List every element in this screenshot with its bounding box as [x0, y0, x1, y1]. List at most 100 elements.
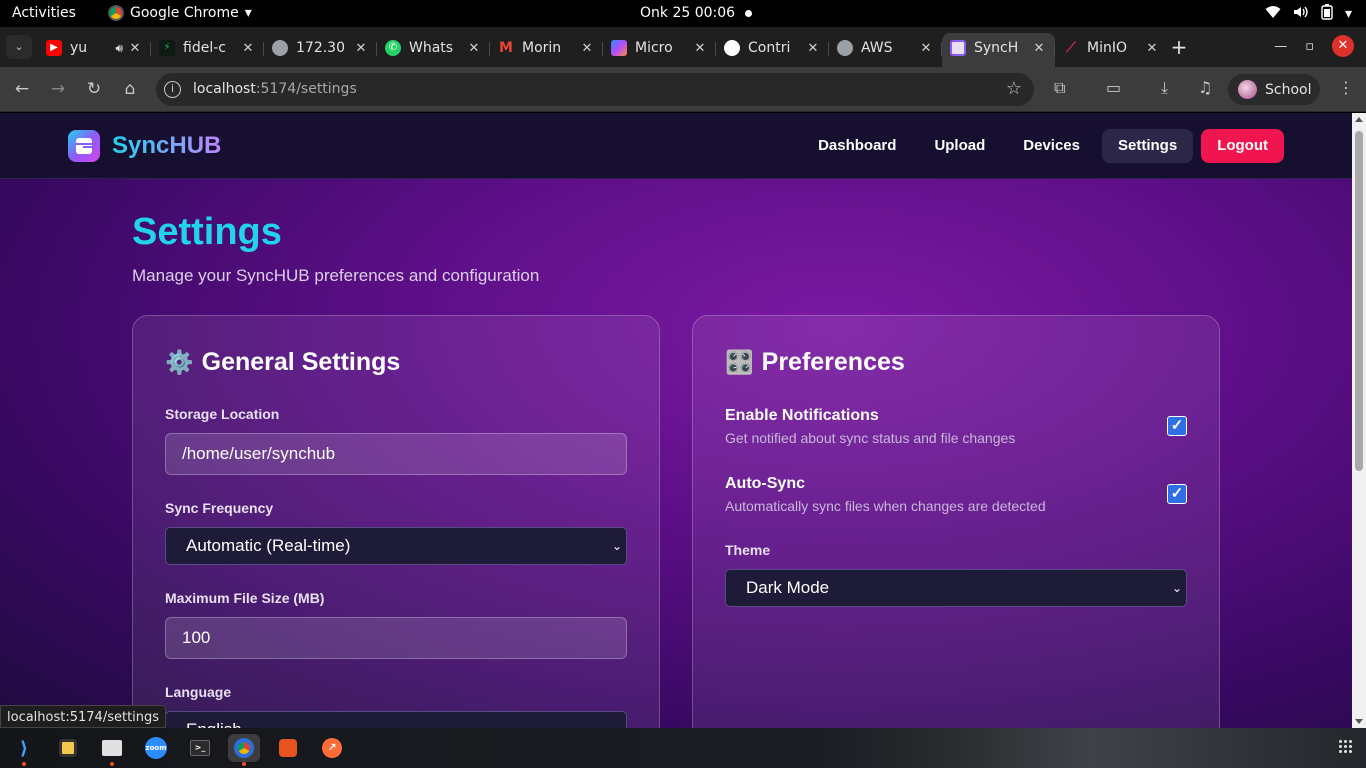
- nav-devices[interactable]: Devices: [1007, 129, 1096, 163]
- tab-youtube[interactable]: ▶ yu 🔊︎ ✕: [38, 33, 151, 63]
- nav-settings[interactable]: Settings: [1102, 129, 1194, 163]
- globe-icon: [272, 40, 288, 56]
- tab-close-icon[interactable]: ✕: [918, 41, 934, 56]
- tab-strip: ⌄ ▶ yu 🔊︎ ✕ ⚡︎ fidel-c ✕ 172.30 ✕ ✆ What…: [0, 27, 1366, 67]
- extensions-icon[interactable]: ⧉: [1054, 78, 1065, 98]
- tab-close-icon[interactable]: ✕: [805, 41, 821, 56]
- clock[interactable]: Onk 25 00:06: [640, 5, 753, 21]
- zoom-icon[interactable]: zoom: [140, 734, 172, 762]
- tab-gmail[interactable]: M Morin ✕: [490, 33, 603, 63]
- notification-dot-icon: [745, 9, 753, 17]
- tab-fidel[interactable]: ⚡︎ fidel-c ✕: [151, 33, 264, 63]
- tab-close-icon[interactable]: ✕: [353, 41, 369, 56]
- terminal-icon[interactable]: >_: [184, 734, 216, 762]
- tab-title: Micro: [635, 40, 673, 56]
- logout-button[interactable]: Logout: [1201, 129, 1284, 163]
- tab-minio[interactable]: ⟋ MinIO ✕: [1055, 33, 1168, 63]
- autosync-checkbox[interactable]: ✓: [1167, 484, 1187, 504]
- back-arrow-icon[interactable]: ←: [10, 77, 34, 101]
- new-tab-button[interactable]: +: [1168, 35, 1190, 59]
- tab-close-icon[interactable]: ✕: [1144, 41, 1160, 56]
- rhythmbox-icon[interactable]: [52, 734, 84, 762]
- page-title: Settings: [132, 211, 282, 253]
- activities-button[interactable]: Activities: [12, 5, 76, 21]
- app-grid-icon[interactable]: [1338, 739, 1352, 753]
- url-host: localhost: [193, 81, 256, 97]
- tab-close-icon[interactable]: ✕: [692, 41, 708, 56]
- tab-aws[interactable]: AWS ✕: [829, 33, 942, 63]
- theme-label: Theme: [725, 542, 771, 558]
- chevron-down-icon: ⌄: [1171, 581, 1182, 595]
- minimize-icon[interactable]: —: [1274, 39, 1287, 54]
- sync-frequency-label: Sync Frequency: [165, 500, 274, 516]
- scrollbar-thumb[interactable]: [1355, 131, 1363, 471]
- brand-logo[interactable]: SyncHUB: [68, 130, 221, 162]
- tab-github[interactable]: Contri ✕: [716, 33, 829, 63]
- tab-close-icon[interactable]: ✕: [127, 41, 143, 56]
- reload-icon[interactable]: ↻: [82, 77, 106, 101]
- tab-microsoft[interactable]: Micro ✕: [603, 33, 716, 63]
- autosync-description: Automatically sync files when changes ar…: [725, 498, 1046, 514]
- tab-synchub[interactable]: SyncH ✕: [942, 33, 1055, 67]
- link-status-tooltip: localhost:5174/settings: [0, 705, 167, 728]
- system-tray[interactable]: ▾: [1265, 4, 1352, 24]
- theme-select[interactable]: Dark Mode ⌄: [725, 569, 1187, 607]
- notifications-checkbox[interactable]: ✓: [1167, 416, 1187, 436]
- chrome-icon: [108, 5, 124, 21]
- vscode-icon[interactable]: ⟩: [8, 734, 40, 766]
- site-info-icon[interactable]: i: [164, 81, 181, 98]
- forward-arrow-icon[interactable]: →: [46, 77, 70, 101]
- chevron-down-icon: ⌄: [611, 539, 622, 553]
- theme-value: Dark Mode: [746, 578, 830, 597]
- nav-upload[interactable]: Upload: [918, 129, 1001, 163]
- tab-title: 172.30: [296, 40, 345, 56]
- profile-button[interactable]: School: [1228, 74, 1320, 105]
- software-center-icon[interactable]: [272, 734, 304, 762]
- battery-icon: [1321, 4, 1333, 24]
- tab-whatsapp[interactable]: ✆ Whats ✕: [377, 33, 490, 63]
- tab-title: Contri: [748, 40, 791, 56]
- more-menu-icon[interactable]: ⋮: [1338, 78, 1354, 97]
- chrome-taskbar-icon[interactable]: [228, 734, 260, 766]
- language-select[interactable]: English ⌄: [165, 711, 627, 728]
- storage-location-input[interactable]: /home/user/synchub: [165, 433, 627, 475]
- max-file-size-label: Maximum File Size (MB): [165, 590, 325, 606]
- general-settings-heading: ⚙️ General Settings: [165, 348, 400, 377]
- sync-frequency-select[interactable]: Automatic (Real-time) ⌄: [165, 527, 627, 565]
- bookmark-star-icon[interactable]: ☆: [1006, 78, 1022, 99]
- max-file-size-input[interactable]: 100: [165, 617, 627, 659]
- cast-icon[interactable]: ▭: [1106, 78, 1121, 97]
- window-controls: — ▫ ✕: [1274, 35, 1354, 57]
- page-scrollbar[interactable]: [1352, 113, 1366, 728]
- gear-icon: ⚙️: [165, 349, 194, 375]
- tab-close-icon[interactable]: ✕: [579, 41, 595, 56]
- address-bar[interactable]: i localhost:5174/settings ☆: [156, 73, 1034, 106]
- files-icon[interactable]: [96, 734, 128, 766]
- synchub-logo-icon: [68, 130, 100, 162]
- globe-icon: [837, 40, 853, 56]
- url-text[interactable]: localhost:5174/settings: [193, 81, 357, 97]
- tab-close-icon[interactable]: ✕: [1031, 41, 1047, 56]
- tab-ip[interactable]: 172.30 ✕: [264, 33, 377, 63]
- tab-title: yu: [70, 40, 88, 56]
- youtube-icon: ▶: [46, 40, 62, 56]
- whatsapp-icon: ✆: [385, 40, 401, 56]
- scroll-down-icon[interactable]: [1355, 719, 1363, 724]
- tab-close-icon[interactable]: ✕: [240, 41, 256, 56]
- media-control-icon[interactable]: ♫: [1198, 78, 1212, 97]
- nav-dashboard[interactable]: Dashboard: [802, 129, 912, 163]
- scroll-up-icon[interactable]: [1355, 117, 1363, 122]
- tab-title: Morin: [522, 40, 562, 56]
- postman-icon[interactable]: ↗: [316, 734, 348, 762]
- close-window-icon[interactable]: ✕: [1332, 35, 1354, 57]
- download-icon[interactable]: ⤓: [1161, 78, 1168, 98]
- home-icon[interactable]: ⌂: [118, 77, 142, 101]
- synchub-icon: [950, 40, 966, 56]
- restore-icon[interactable]: ▫: [1305, 39, 1314, 54]
- app-menu[interactable]: Google Chrome ▾: [108, 5, 252, 21]
- tab-search-button[interactable]: ⌄: [6, 35, 32, 59]
- tab-title: AWS: [861, 40, 893, 56]
- tab-close-icon[interactable]: ✕: [466, 41, 482, 56]
- brand-name: SyncHUB: [112, 132, 222, 159]
- notifications-description: Get notified about sync status and file …: [725, 430, 1016, 446]
